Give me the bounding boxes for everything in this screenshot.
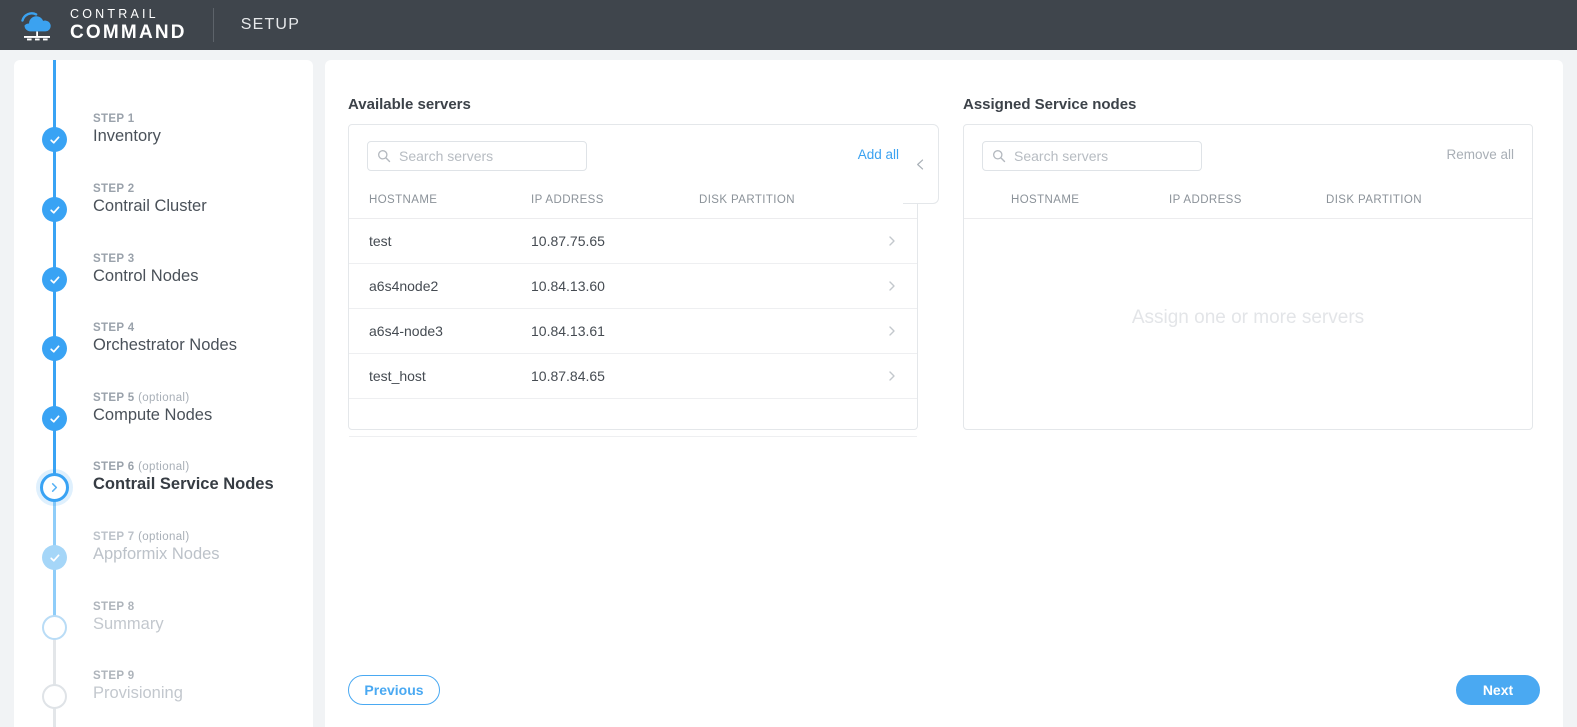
step-marker-check-icon: [42, 336, 67, 361]
sidebar-step-number: STEP 5 (optional): [93, 392, 190, 404]
main-content-card: Available servers Assigned Service nodes…: [325, 60, 1563, 727]
row-ip-address: 10.84.13.61: [531, 323, 605, 339]
next-button[interactable]: Next: [1456, 675, 1540, 705]
contrail-cloud-logo-icon: [21, 12, 51, 41]
sidebar-step-label: STEP 1 Inventory: [93, 113, 161, 146]
sidebar-step-number: STEP 6 (optional): [93, 461, 190, 473]
sidebar-step-number: STEP 3: [93, 253, 135, 265]
available-column-header: DISK PARTITION: [699, 194, 795, 206]
assigned-search-input[interactable]: [1014, 148, 1189, 164]
setup-sidebar: STEP 1 Inventory STEP 2 Contrail Cluster STE…: [14, 60, 313, 727]
table-row[interactable]: a6s4-node3 10.84.13.61: [349, 309, 917, 354]
step-marker-check-icon: [42, 197, 67, 222]
table-row[interactable]: test 10.87.75.65: [349, 219, 917, 264]
assigned-empty-message: Assign one or more servers: [1131, 307, 1365, 328]
sidebar-step-number: STEP 7 (optional): [93, 531, 190, 543]
sidebar-step-label: STEP 3 Control Nodes: [93, 253, 198, 286]
brand-name-line1: CONTRAIL: [70, 6, 159, 21]
available-table-body: test 10.87.75.65 a6s4node2 10.84.13.60 a6s4-…: [349, 219, 917, 437]
sidebar-step-name: Control Nodes: [93, 267, 199, 285]
row-hostname: test: [369, 233, 392, 249]
chevron-left-icon: [917, 158, 924, 170]
sidebar-step-label: STEP 5 (optional) Compute Nodes: [93, 392, 212, 425]
remove-all-button[interactable]: Remove all: [1446, 147, 1514, 162]
assigned-column-header: IP ADDRESS: [1169, 194, 1242, 206]
sidebar-step-optional-tag: (optional): [134, 531, 190, 543]
sidebar-step-optional-tag: (optional): [134, 392, 190, 404]
available-column-header: HOSTNAME: [369, 194, 438, 206]
available-table-header: HOSTNAME IP ADDRESS DISK PARTITION: [349, 187, 917, 219]
row-expand-chevron-icon[interactable]: [886, 280, 898, 292]
search-icon: [378, 150, 391, 163]
step-marker-check-icon: [42, 545, 67, 570]
sidebar-step-name: Summary: [93, 615, 164, 633]
available-search-box[interactable]: [367, 141, 587, 171]
step-marker-check-icon: [42, 406, 67, 431]
brand-logo-group: CONTRAIL COMMAND: [16, 7, 187, 43]
available-servers-panel: Add all HOSTNAME IP ADDRESS DISK PARTITION…: [348, 124, 918, 437]
assigned-search-box[interactable]: [982, 141, 1202, 171]
step-marker-check-icon: [42, 267, 67, 292]
sidebar-step-name: Orchestrator Nodes: [93, 336, 237, 354]
sidebar-step-label: STEP 2 Contrail Cluster: [93, 183, 207, 216]
step-marker-check-icon: [42, 127, 67, 152]
assigned-service-nodes-panel: Remove all HOSTNAME IP ADDRESS DISK PARTIT…: [963, 124, 1533, 430]
app-header: CONTRAIL COMMAND SETUP: [0, 0, 1577, 50]
header-divider: [212, 8, 214, 42]
step-marker-current-icon: [40, 473, 69, 502]
available-search-input[interactable]: [399, 148, 574, 164]
sidebar-step-number: STEP 9: [93, 670, 135, 682]
sidebar-step-name: Contrail Service Nodes: [93, 475, 274, 493]
table-row[interactable]: test_host 10.87.84.65: [349, 354, 917, 399]
sidebar-step-label: STEP 9 Provisioning: [93, 670, 183, 703]
row-ip-address: 10.84.13.60: [531, 278, 605, 294]
assigned-service-nodes-title: Assigned Service nodes: [963, 96, 1137, 113]
row-expand-chevron-icon[interactable]: [886, 235, 898, 247]
sidebar-step-name: Contrail Cluster: [93, 197, 207, 215]
brand-name-line2: COMMAND: [70, 22, 187, 44]
assigned-table-header: HOSTNAME IP ADDRESS DISK PARTITION: [964, 187, 1532, 219]
sidebar-step-number: STEP 8: [93, 601, 135, 613]
step-marker-empty-icon: [42, 684, 67, 709]
section-title-setup: SETUP: [240, 16, 301, 33]
available-servers-title: Available servers: [348, 96, 471, 113]
sidebar-step-name: Inventory: [93, 127, 161, 145]
sidebar-step-name: Provisioning: [93, 684, 183, 702]
row-expand-chevron-icon[interactable]: [886, 325, 898, 337]
sidebar-step-optional-tag: (optional): [134, 461, 190, 473]
collapse-panel-button[interactable]: [903, 124, 939, 204]
row-hostname: test_host: [369, 368, 426, 384]
step-marker-empty-icon: [42, 615, 67, 640]
sidebar-step-label: STEP 4 Orchestrator Nodes: [93, 322, 237, 355]
sidebar-step-name: Compute Nodes: [93, 406, 213, 424]
available-column-header: IP ADDRESS: [531, 194, 604, 206]
row-hostname: a6s4node2: [369, 278, 439, 294]
previous-button[interactable]: Previous: [348, 675, 440, 705]
row-ip-address: 10.87.84.65: [531, 368, 605, 384]
sidebar-step-number: STEP 1: [93, 113, 135, 125]
sidebar-step-name: Appformix Nodes: [93, 545, 220, 563]
table-row[interactable]: a6s4node2 10.84.13.60: [349, 264, 917, 309]
add-all-button[interactable]: Add all: [858, 147, 899, 162]
row-ip-address: 10.87.75.65: [531, 233, 605, 249]
search-icon: [993, 150, 1006, 163]
sidebar-step-label: STEP 8 Summary: [93, 601, 164, 634]
sidebar-step-number: STEP 2: [93, 183, 135, 195]
table-row-spacer: [349, 399, 917, 437]
sidebar-step-label: STEP 6 (optional) Contrail Service Nodes: [93, 461, 274, 494]
row-expand-chevron-icon[interactable]: [886, 370, 898, 382]
assigned-column-header: HOSTNAME: [1011, 194, 1080, 206]
step-progress-list: STEP 1 Inventory STEP 2 Contrail Cluster STE…: [14, 60, 313, 727]
assigned-column-header: DISK PARTITION: [1326, 194, 1422, 206]
sidebar-step-label: STEP 7 (optional) Appformix Nodes: [93, 531, 220, 564]
sidebar-step-number: STEP 4: [93, 322, 135, 334]
row-hostname: a6s4-node3: [369, 323, 443, 339]
